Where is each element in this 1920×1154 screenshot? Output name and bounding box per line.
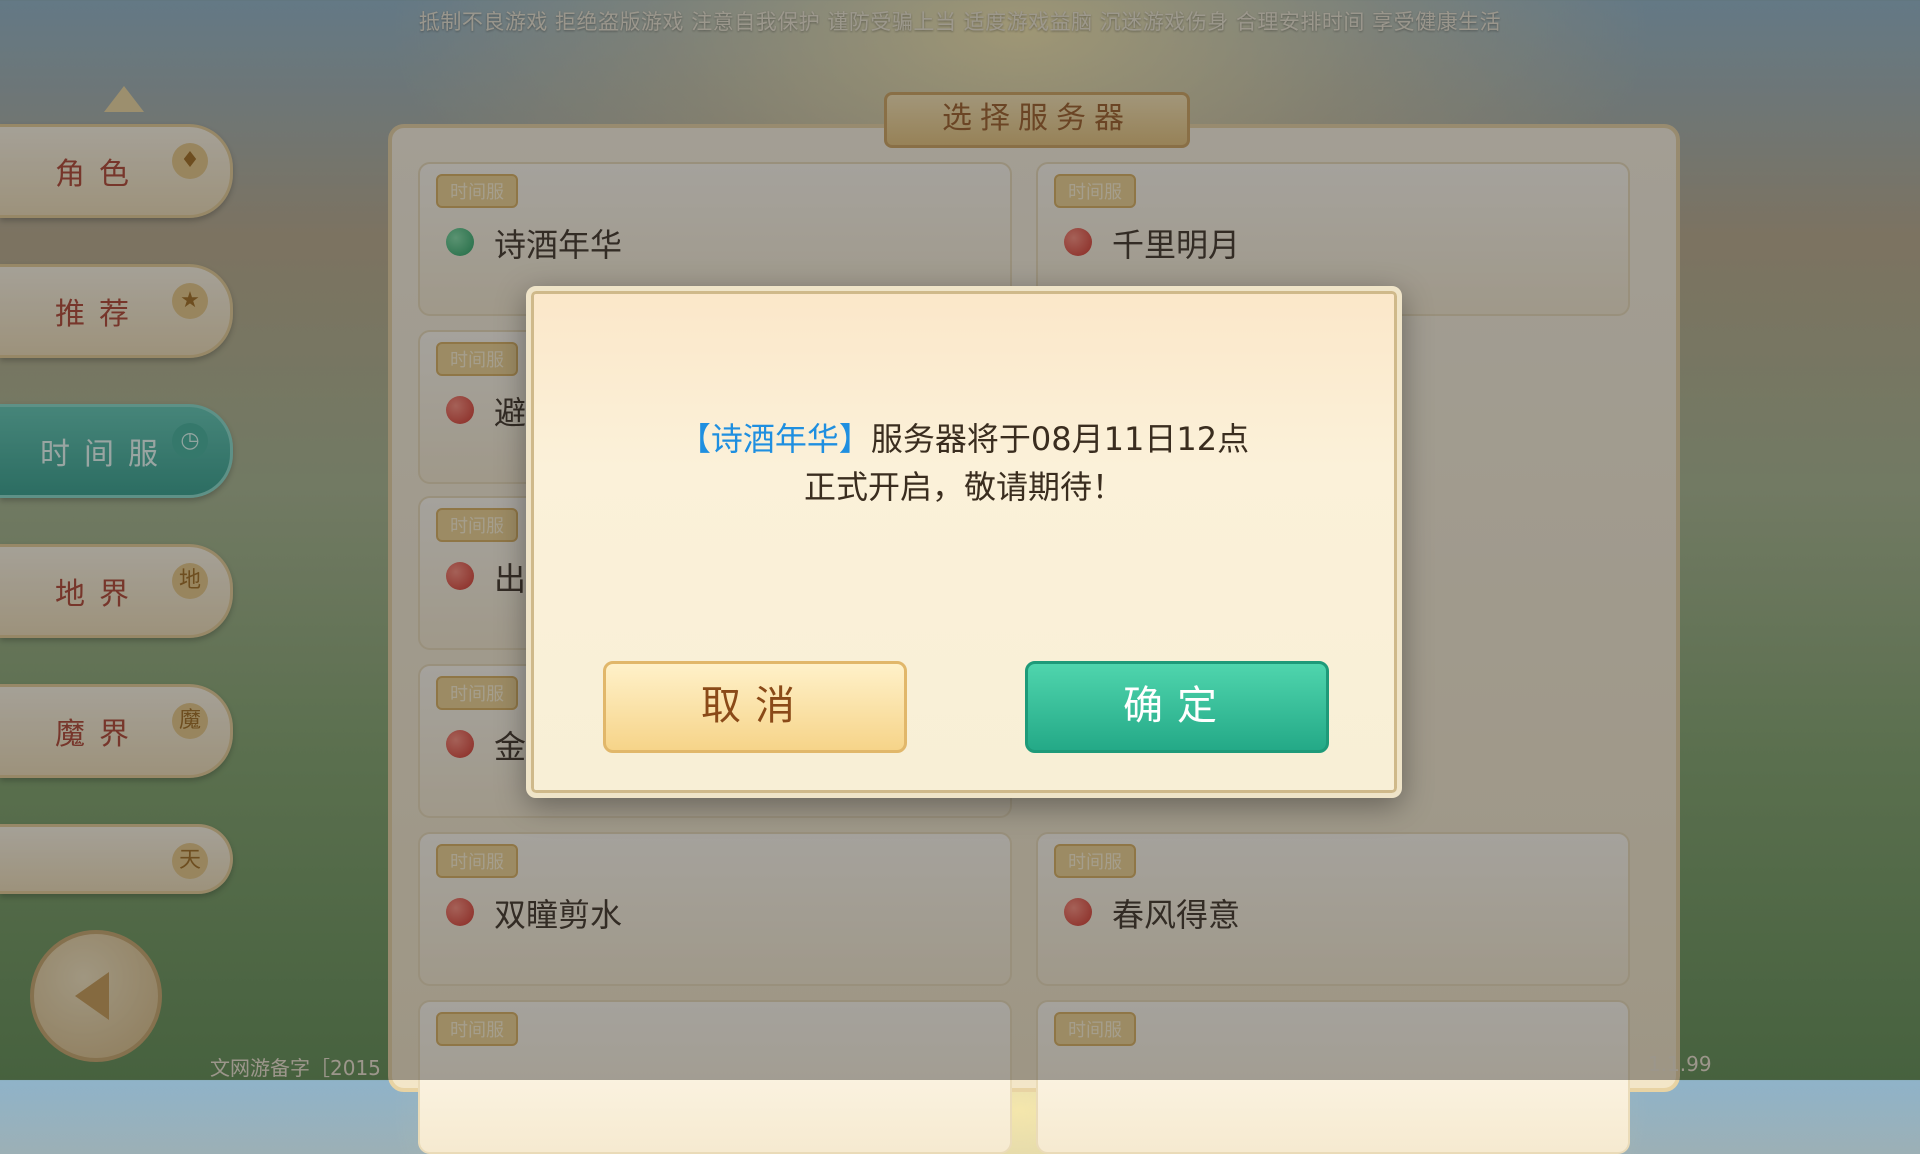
confirm-button[interactable]: 确定 — [1025, 661, 1329, 753]
server-open-dialog: 【诗酒年华】服务器将于08月11日12点 正式开启，敬请期待！ 取消 确定 — [526, 286, 1402, 798]
cancel-button[interactable]: 取消 — [603, 661, 907, 753]
dialog-message-line2: 正式开启，敬请期待！ — [803, 468, 1124, 506]
dialog-message-line1: 服务器将于08月11日12点 — [870, 420, 1250, 458]
dialog-message: 【诗酒年华】服务器将于08月11日12点 正式开启，敬请期待！ — [531, 415, 1397, 511]
server-name-highlight: 【诗酒年华】 — [678, 420, 871, 458]
